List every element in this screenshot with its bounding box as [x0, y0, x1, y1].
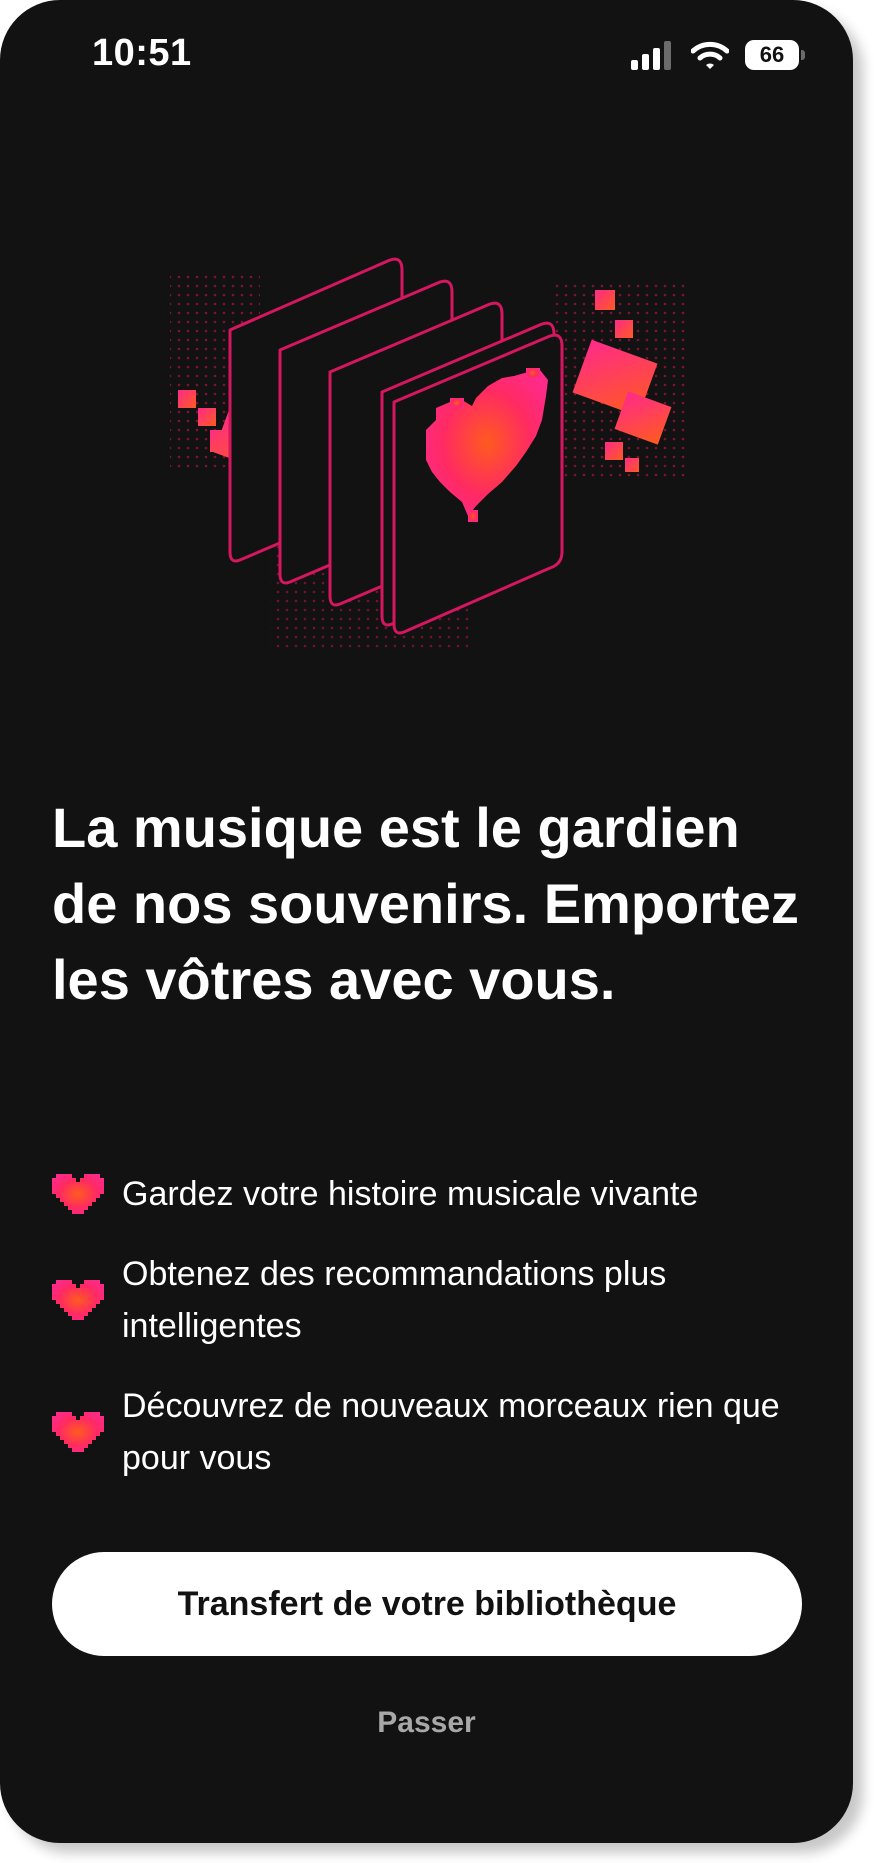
app-screen: 10:51 66 La musique est le gardien de no… [0, 0, 853, 1843]
feature-item: Gardez votre histoire musicale vivante [52, 1168, 812, 1220]
battery-icon: 66 [745, 40, 805, 70]
transfer-library-button[interactable]: Transfert de votre bibliothèque [52, 1552, 802, 1656]
feature-item: Obtenez des recommandations plus intelli… [52, 1248, 812, 1352]
feature-list: Gardez votre histoire musicale vivante O… [52, 1168, 812, 1512]
status-time: 10:51 [92, 32, 192, 74]
feature-text: Gardez votre histoire musicale vivante [122, 1175, 699, 1213]
pixel-heart-icon [52, 1174, 104, 1214]
pixel-heart-cards-illustration [170, 257, 690, 650]
feature-item: Découvrez de nouveaux morceaux rien que … [52, 1380, 812, 1484]
feature-text: Obtenez des recommandations plus intelli… [122, 1255, 667, 1345]
pixel-heart-icon [52, 1280, 104, 1320]
skip-link[interactable]: Passer [0, 1706, 853, 1740]
feature-text: Découvrez de nouveaux morceaux rien que … [122, 1387, 780, 1477]
pixel-heart-icon [52, 1412, 104, 1452]
cellular-signal-icon [631, 41, 671, 70]
page-title: La musique est le gardien de nos souveni… [52, 796, 799, 1011]
status-icons: 66 [631, 38, 805, 72]
wifi-icon [691, 41, 729, 69]
battery-level: 66 [759, 42, 785, 67]
